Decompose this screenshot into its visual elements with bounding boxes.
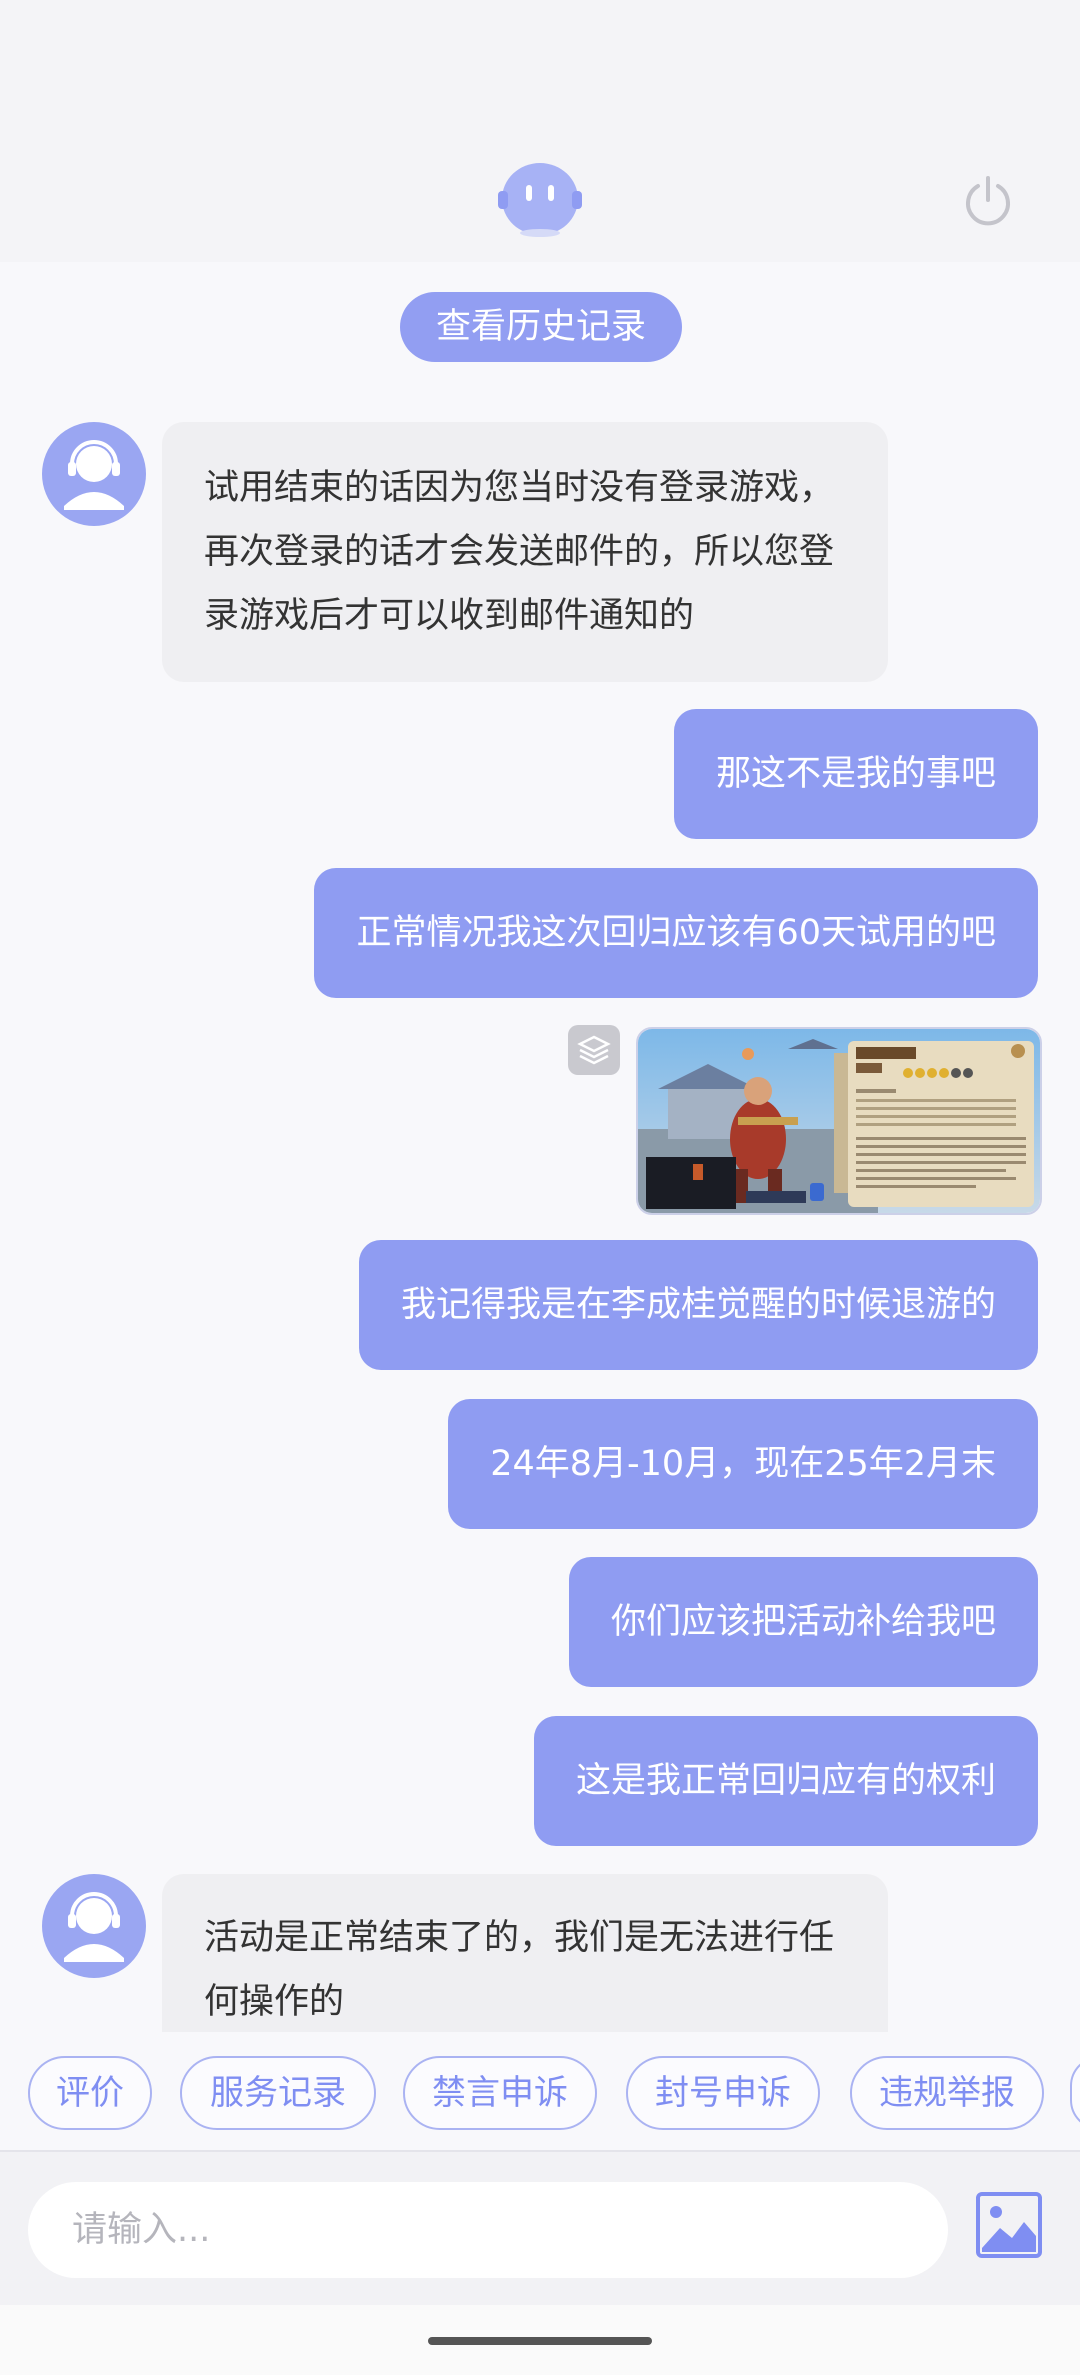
message-bubble-user: 24年8月-10月，现在25年2月末	[448, 1399, 1038, 1529]
message-bubble-user: 那这不是我的事吧	[673, 709, 1038, 839]
quick-action-ban-appeal[interactable]: 封号申诉	[626, 2056, 820, 2130]
view-history-button[interactable]: 查看历史记录	[400, 292, 682, 362]
header	[0, 0, 1080, 262]
bot-avatar-icon	[498, 163, 582, 237]
support-agent-avatar	[42, 422, 146, 526]
power-icon[interactable]	[960, 172, 1016, 228]
message-bubble-user: 这是我正常回归应有的权利	[533, 1716, 1038, 1846]
message-input[interactable]	[28, 2182, 948, 2278]
layers-icon	[568, 1025, 620, 1075]
image-upload-icon[interactable]	[974, 2190, 1044, 2260]
quick-action-service-records[interactable]: 服务记录	[180, 2056, 376, 2130]
home-indicator[interactable]	[428, 2337, 652, 2345]
quick-action-more[interactable]	[1070, 2056, 1080, 2130]
quick-action-violation-report[interactable]: 违规举报	[850, 2056, 1044, 2130]
message-bubble-agent: 活动是正常结束了的，我们是无法进行任何操作的	[162, 1874, 888, 2032]
message-bubble-user: 正常情况我这次回归应该有60天试用的吧	[314, 868, 1038, 998]
quick-actions-bar: 评价 服务记录 禁言申诉 封号申诉 违规举报	[0, 2032, 1080, 2152]
message-bubble-agent: 试用结束的话因为您当时没有登录游戏，再次登录的话才会发送邮件的，所以您登录游戏后…	[162, 422, 888, 682]
input-bar	[0, 2152, 1080, 2305]
quick-action-rate[interactable]: 评价	[28, 2056, 152, 2130]
game-screenshot-image[interactable]	[636, 1027, 1042, 1215]
support-agent-avatar	[42, 1874, 146, 1978]
quick-action-mute-appeal[interactable]: 禁言申诉	[403, 2056, 597, 2130]
message-bubble-user: 我记得我是在李成桂觉醒的时候退游的	[358, 1240, 1038, 1370]
system-nav-area	[0, 2305, 1080, 2375]
message-bubble-user: 你们应该把活动补给我吧	[568, 1557, 1038, 1687]
